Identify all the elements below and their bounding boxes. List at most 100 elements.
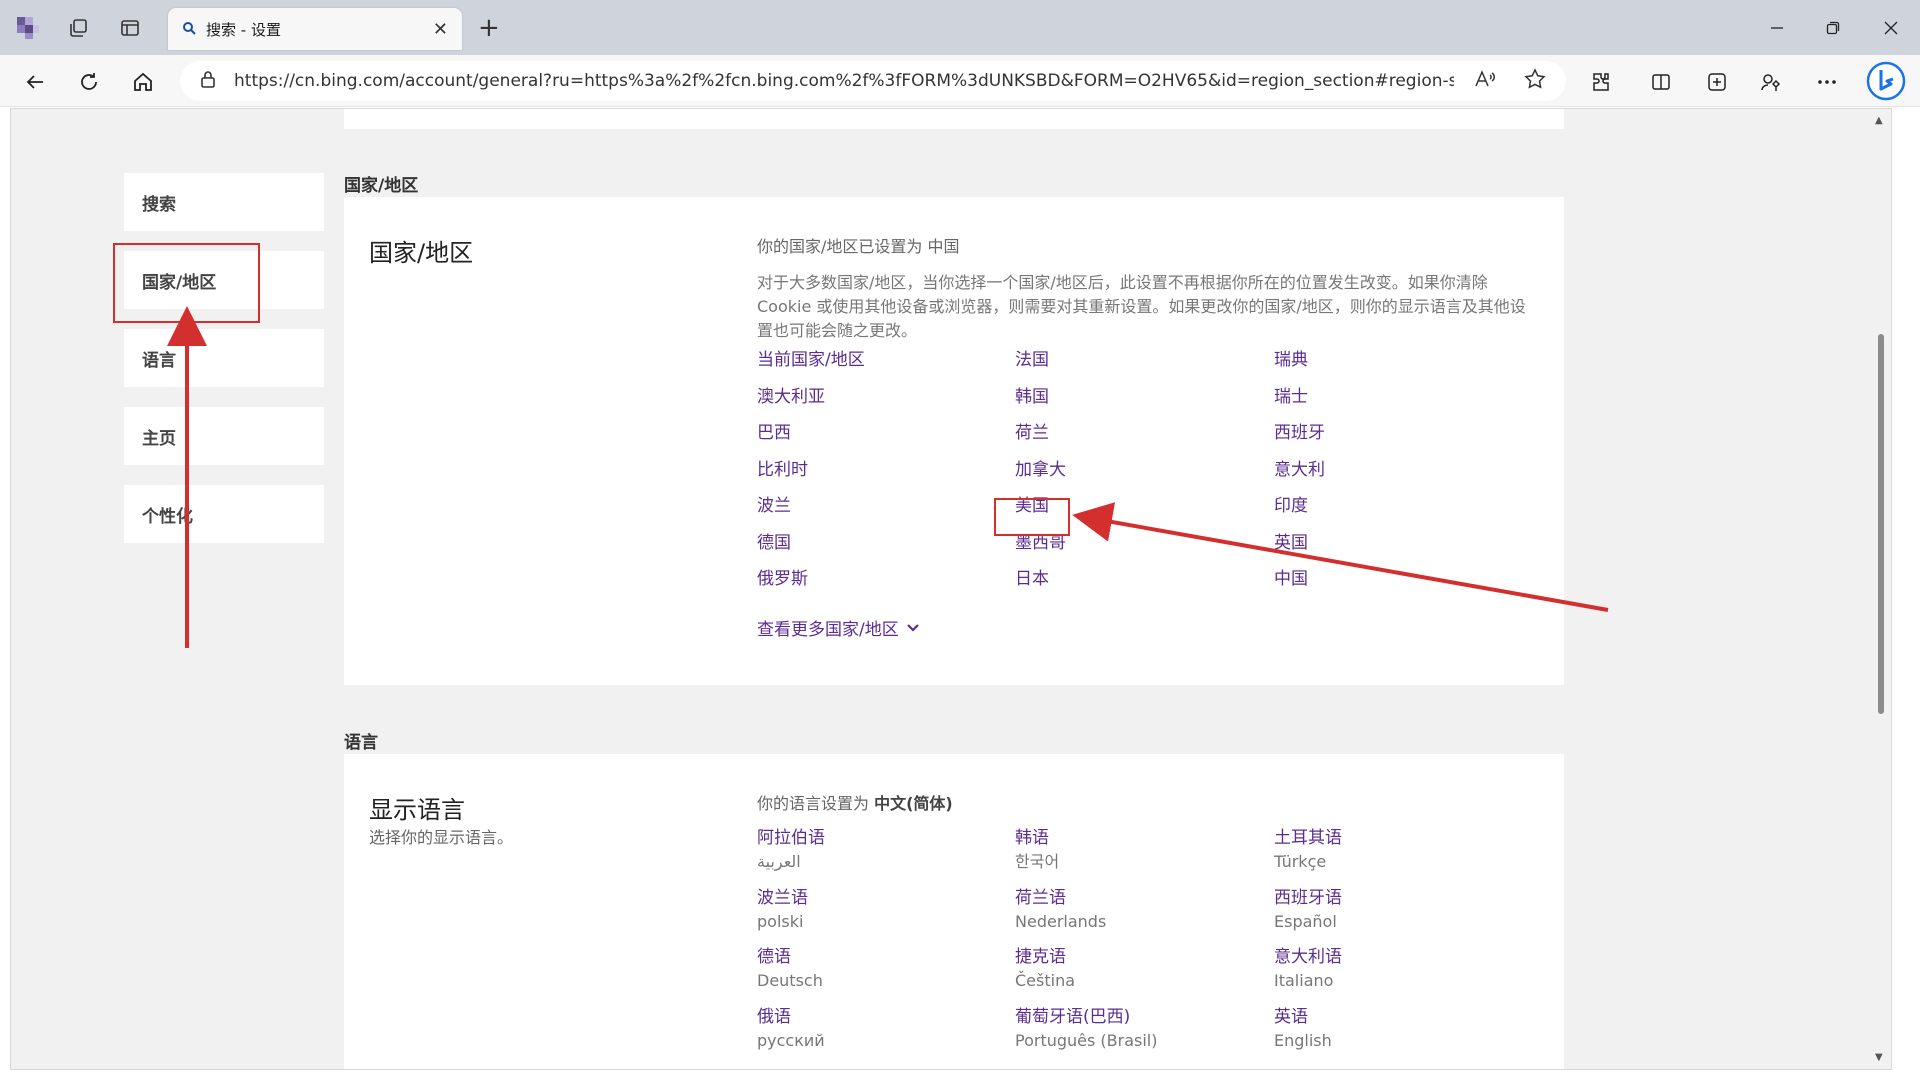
language-name[interactable]: 西班牙语: [1274, 886, 1514, 910]
minimize-icon[interactable]: [1762, 14, 1792, 42]
region-option[interactable]: 荷兰: [1015, 418, 1049, 443]
language-option[interactable]: 荷兰语 Nederlands: [1015, 886, 1255, 934]
region-option[interactable]: 英国: [1274, 528, 1308, 553]
language-native-name: polski: [757, 911, 804, 931]
language-name[interactable]: 荷兰语: [1015, 886, 1255, 910]
sidebar-item-homepage[interactable]: 主页: [124, 407, 324, 465]
collections-icon[interactable]: [64, 14, 92, 42]
sidebar-item-search[interactable]: 搜索: [124, 173, 324, 231]
scroll-thumb[interactable]: [1878, 334, 1884, 714]
language-option[interactable]: 西班牙语 Español: [1274, 886, 1514, 934]
language-option[interactable]: 土耳其语 Türkçe: [1274, 826, 1514, 874]
more-regions-label: 查看更多国家/地区: [757, 620, 899, 640]
region-option[interactable]: 波兰: [757, 491, 791, 516]
language-name[interactable]: 葡萄牙语(巴西): [1015, 1005, 1255, 1029]
language-card-title: 显示语言: [369, 796, 465, 824]
profile-icon[interactable]: [14, 14, 42, 42]
refresh-icon[interactable]: [74, 67, 104, 97]
language-option[interactable]: 德语 Deutsch: [757, 945, 997, 993]
read-aloud-icon[interactable]: [1474, 69, 1496, 93]
language-option[interactable]: 波兰语 polski: [757, 886, 997, 934]
language-native-name: Čeština: [1015, 971, 1076, 990]
language-name[interactable]: 土耳其语: [1274, 826, 1514, 850]
region-option[interactable]: 澳大利亚: [757, 382, 825, 407]
performance-icon[interactable]: [1756, 67, 1786, 97]
browser-tab-bar: 搜索 - 设置 ✕ +: [0, 0, 1920, 55]
region-option[interactable]: 韩国: [1015, 382, 1049, 407]
page-scrollbar[interactable]: ▲ ▼: [1871, 109, 1891, 1069]
region-option[interactable]: 加拿大: [1015, 455, 1066, 480]
language-native-name: Español: [1274, 911, 1337, 931]
language-native-name: Português (Brasil): [1015, 1030, 1158, 1050]
search-icon: [182, 20, 196, 39]
language-option[interactable]: 捷克语 Čeština: [1015, 945, 1255, 993]
region-description: 对于大多数国家/地区，当你选择一个国家/地区后，此设置不再根据你所在的位置发生改…: [757, 273, 1526, 340]
language-native-name: Türkçe: [1274, 852, 1327, 871]
tab-actions-icon[interactable]: [116, 14, 144, 42]
language-option[interactable]: 葡萄牙语(巴西) Português (Brasil): [1015, 1005, 1255, 1053]
home-icon[interactable]: [128, 67, 158, 97]
region-option[interactable]: 德国: [757, 528, 791, 553]
region-option[interactable]: 当前国家/地区: [757, 345, 865, 370]
restore-icon[interactable]: [1818, 14, 1848, 42]
language-name[interactable]: 英语: [1274, 1005, 1514, 1029]
language-option[interactable]: 意大利语 Italiano: [1274, 945, 1514, 993]
language-option[interactable]: 俄语 русский: [757, 1005, 997, 1053]
language-name[interactable]: 阿拉伯语: [757, 826, 997, 850]
language-native-name: العربية: [757, 852, 801, 871]
url-text[interactable]: https://cn.bing.com/account/general?ru=h…: [234, 71, 1454, 91]
region-option[interactable]: 俄罗斯: [757, 564, 808, 589]
region-option[interactable]: 中国: [1274, 564, 1308, 589]
language-native-name: Nederlands: [1015, 911, 1107, 931]
sidebar-item-label: 语言: [142, 350, 176, 371]
region-option[interactable]: 瑞士: [1274, 382, 1308, 407]
new-tab-button[interactable]: +: [478, 14, 500, 42]
language-name[interactable]: 波兰语: [757, 886, 997, 910]
region-option[interactable]: 比利时: [757, 455, 808, 480]
region-option[interactable]: 印度: [1274, 491, 1308, 516]
bing-copilot-icon[interactable]: [1866, 61, 1906, 101]
favorite-star-icon[interactable]: [1524, 68, 1546, 94]
region-option[interactable]: 意大利: [1274, 455, 1325, 480]
chevron-down-icon: [906, 618, 919, 638]
extensions-icon[interactable]: [1586, 67, 1616, 97]
language-name[interactable]: 韩语: [1015, 826, 1255, 850]
highlight-box-region-sidebar: [113, 243, 260, 323]
split-screen-icon[interactable]: [1646, 67, 1676, 97]
language-name[interactable]: 捷克语: [1015, 945, 1255, 969]
sidebar-item-label: 个性化: [142, 506, 193, 527]
region-option[interactable]: 日本: [1015, 564, 1049, 589]
address-bar[interactable]: https://cn.bing.com/account/general?ru=h…: [180, 61, 1566, 101]
close-tab-icon[interactable]: ✕: [433, 19, 448, 40]
region-card-title: 国家/地区: [369, 239, 474, 267]
region-option[interactable]: 西班牙: [1274, 418, 1325, 443]
sidebar-item-language[interactable]: 语言: [124, 329, 324, 387]
language-name[interactable]: 意大利语: [1274, 945, 1514, 969]
language-current-value: 中文(简体): [874, 794, 953, 813]
language-native-name: Deutsch: [757, 971, 823, 990]
region-option[interactable]: 瑞典: [1274, 345, 1308, 370]
region-section-heading: 国家/地区: [344, 176, 419, 196]
page-viewport: 搜索 国家/地区 语言 主页 个性化 国家/地区 国家/地区 你的国家/地区已设…: [10, 108, 1892, 1070]
back-icon[interactable]: [20, 67, 50, 97]
language-name[interactable]: 俄语: [757, 1005, 997, 1029]
language-option[interactable]: 阿拉伯语 العربية: [757, 826, 997, 874]
language-card: 显示语言 选择你的显示语言。 你的语言设置为 中文(简体) 阿拉伯语 العربي…: [344, 754, 1564, 1069]
scroll-down-icon[interactable]: ▼: [1875, 1052, 1883, 1063]
scroll-up-icon[interactable]: ▲: [1875, 115, 1883, 126]
language-option[interactable]: 英语 English: [1274, 1005, 1514, 1053]
region-option[interactable]: 巴西: [757, 418, 791, 443]
lock-icon[interactable]: [200, 70, 216, 92]
language-name[interactable]: 德语: [757, 945, 997, 969]
sidebar-item-personalization[interactable]: 个性化: [124, 485, 324, 543]
language-current-label: 你的语言设置为 中文(简体): [757, 792, 953, 816]
favorites-icon[interactable]: [1702, 67, 1732, 97]
highlight-box-usa: [994, 498, 1070, 536]
sidebar-item-label: 主页: [142, 428, 176, 449]
more-options-icon[interactable]: [1812, 67, 1842, 97]
language-option[interactable]: 韩语 한국어: [1015, 826, 1255, 874]
close-window-icon[interactable]: [1876, 14, 1906, 42]
region-option[interactable]: 法国: [1015, 345, 1049, 370]
active-tab[interactable]: 搜索 - 设置 ✕: [168, 8, 462, 50]
more-regions-link[interactable]: 查看更多国家/地区: [757, 615, 919, 640]
